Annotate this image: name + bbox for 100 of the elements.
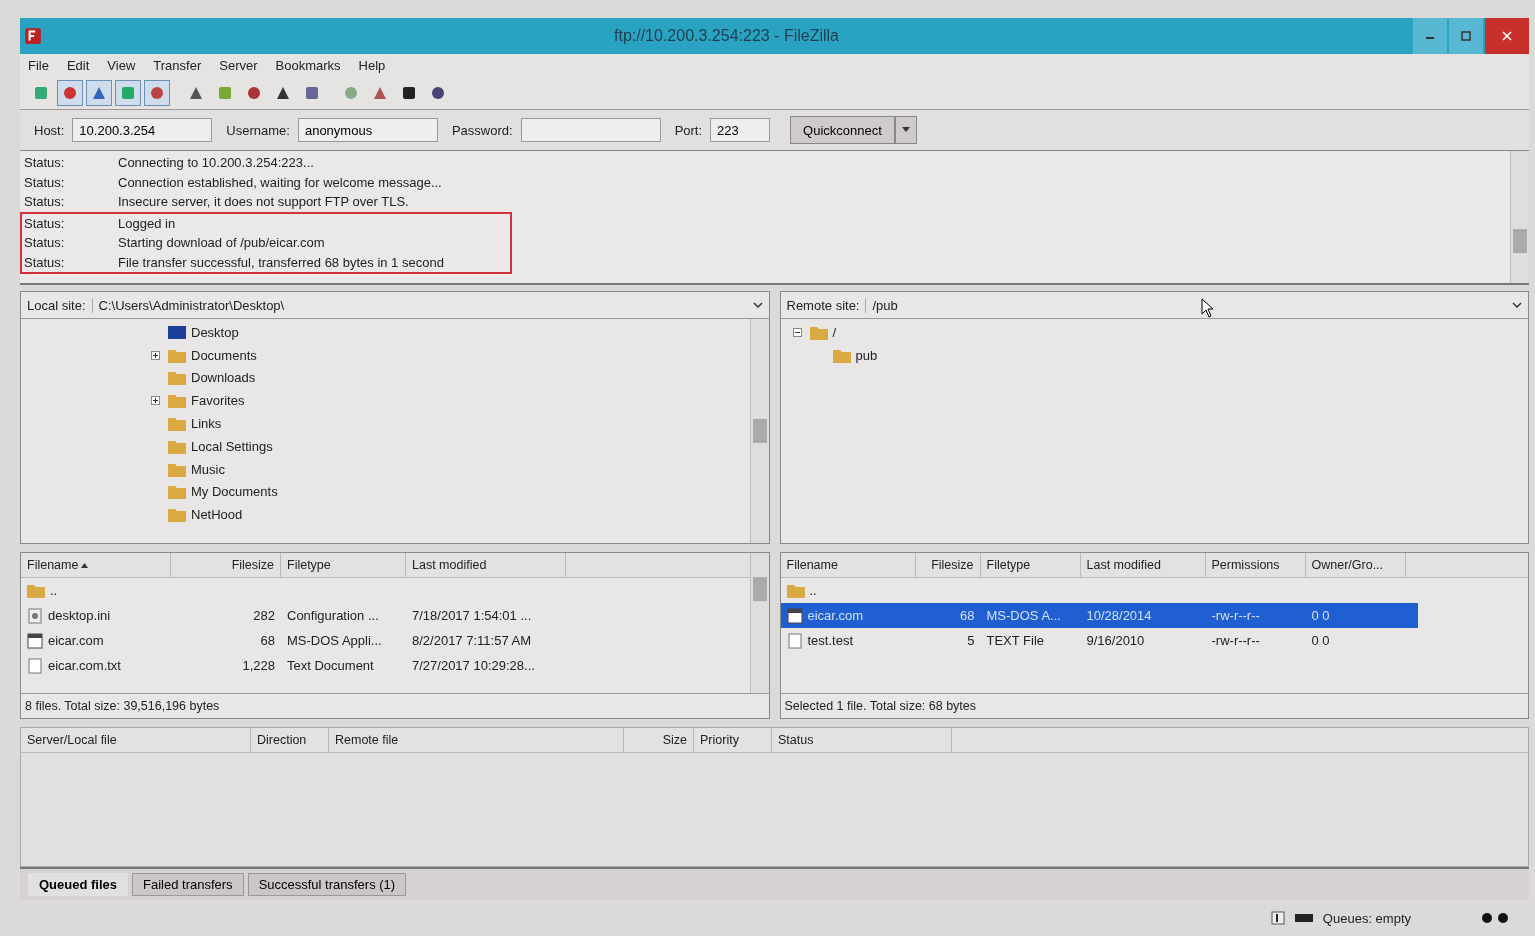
tree-item[interactable]: My Documents [191,484,278,500]
column-header[interactable]: Filename [780,553,916,577]
toolbar-icon [216,84,234,102]
column-header[interactable]: Filename [21,553,171,577]
column-header[interactable]: Remote file [329,728,624,752]
tree-item[interactable]: pub [855,347,878,363]
toolbar-icon [119,84,137,102]
menu-item[interactable]: Transfer [153,58,202,73]
username-label: Username: [226,122,290,138]
host-label: Host: [34,122,65,138]
app-icon [24,27,42,45]
tree-item[interactable]: / [832,324,837,340]
log-message: File transfer successful, transferred 68 bytes in 1 second [118,254,444,270]
tree-item[interactable]: Local Settings [191,438,273,454]
folder-icon [832,347,851,363]
column-header[interactable]: Priority [694,728,772,752]
maximize-button[interactable] [1449,18,1483,54]
tree-item[interactable]: NetHood [191,507,243,523]
folder-icon [168,370,186,386]
expand-icon[interactable] [151,396,160,406]
toolbar-icon [429,84,447,102]
scrollbar[interactable] [749,319,769,543]
host-field[interactable]: 10.200.3.254 [72,118,213,142]
window-title: ftp://10.200.3.254:223 - FileZilla [613,27,840,45]
password-field[interactable] [520,118,661,142]
tree-item[interactable]: Links [191,416,222,432]
toolbar-icon [303,84,321,102]
log-label: Status: [24,254,66,270]
settings-file-icon [27,607,43,624]
column-header[interactable]: Last modified [1080,553,1206,577]
toolbar-icon [61,84,79,102]
table-cell: 282 [253,608,275,623]
menu-item[interactable]: Edit [66,58,90,73]
column-header[interactable]: Size [624,728,694,752]
application-icon [27,632,43,649]
application-icon [786,607,803,624]
tree-item[interactable]: Downloads [191,370,256,386]
toolbar-icon [400,84,418,102]
selected-row[interactable]: eicar.com 68 MS-DOS A... 10/28/2014 -rw-r--r-- 0 0 [780,603,1418,628]
collapse-icon[interactable] [792,327,802,337]
toolbar-icon [32,84,50,102]
log-message: Logged in [118,215,176,231]
username-field[interactable]: anonymous [297,118,438,142]
tab[interactable]: Failed transfers [132,873,244,896]
table-cell: .. [809,583,817,598]
column-header[interactable]: Status [772,728,952,752]
table-cell: -rw-r--r-- [1211,608,1260,623]
local-path-field[interactable]: C:\Users\Administrator\Desktop\ [92,297,769,313]
log-message: Starting download of /pub/eicar.com [118,235,325,251]
activity-lights-icon [1481,912,1509,924]
tree-item[interactable]: Documents [191,347,257,363]
tree-item[interactable]: Favorites [191,393,245,409]
column-header[interactable]: Filetype [281,553,406,577]
log-label: Status: [24,235,66,251]
scrollbar[interactable] [1510,151,1529,283]
transfer-mode-icon [1294,913,1313,923]
local-site-label: Local site: [21,297,93,313]
table-cell: 68 [260,633,275,648]
dropdown-button[interactable] [894,116,917,144]
remote-path-field[interactable]: /pub [866,297,1528,313]
folder-icon [168,507,186,523]
menu-item[interactable]: Server [219,58,258,73]
column-header[interactable]: Filetype [980,553,1081,577]
column-header[interactable]: Server/Local file [21,728,251,752]
tab[interactable]: Queued files [28,873,129,896]
tree-item[interactable]: Music [191,461,225,477]
column-header[interactable]: Last modified [406,553,566,577]
status-text: Selected 1 file. Total size: 68 bytes [780,693,1528,718]
log-label: Status: [24,174,66,190]
quickconnect-button[interactable]: Quickconnect [790,116,895,144]
scrollbar[interactable] [749,553,769,693]
column-header[interactable]: Filesize [915,553,981,577]
column-header[interactable]: Direction [251,728,329,752]
log-label: Status: [24,215,66,231]
table-cell: eicar.com.txt [48,658,121,673]
folder-icon [786,583,805,598]
table-cell: eicar.com [48,633,104,648]
table-cell: 68 [960,608,975,623]
toolbar-icon [342,84,360,102]
menu-item[interactable]: File [28,58,49,73]
expand-icon[interactable] [151,350,160,360]
tab[interactable]: Successful transfers (1) [247,873,407,896]
menu-item[interactable]: Bookmarks [275,58,341,73]
maximize-icon [1461,31,1471,41]
close-button[interactable] [1485,18,1529,54]
table-cell: 0 0 [1311,633,1330,648]
table-cell: test.test [807,633,854,648]
menu-item[interactable]: Help [358,58,386,73]
table-cell: -rw-r--r-- [1211,633,1260,648]
menu-item[interactable]: View [107,58,136,73]
table-cell: desktop.ini [48,608,111,623]
port-label: Port: [674,122,703,138]
column-header[interactable]: Permissions [1205,553,1306,577]
port-field[interactable]: 223 [710,118,771,142]
log-message: Insecure server, it does not support FTP over TLS. [118,194,409,210]
column-header[interactable]: Filesize [171,553,281,577]
tree-item[interactable]: Desktop [191,324,239,340]
column-header[interactable]: Owner/Gro... [1305,553,1406,577]
log-message: Connecting to 10.200.3.254:223... [118,155,314,171]
folder-icon [809,324,828,340]
